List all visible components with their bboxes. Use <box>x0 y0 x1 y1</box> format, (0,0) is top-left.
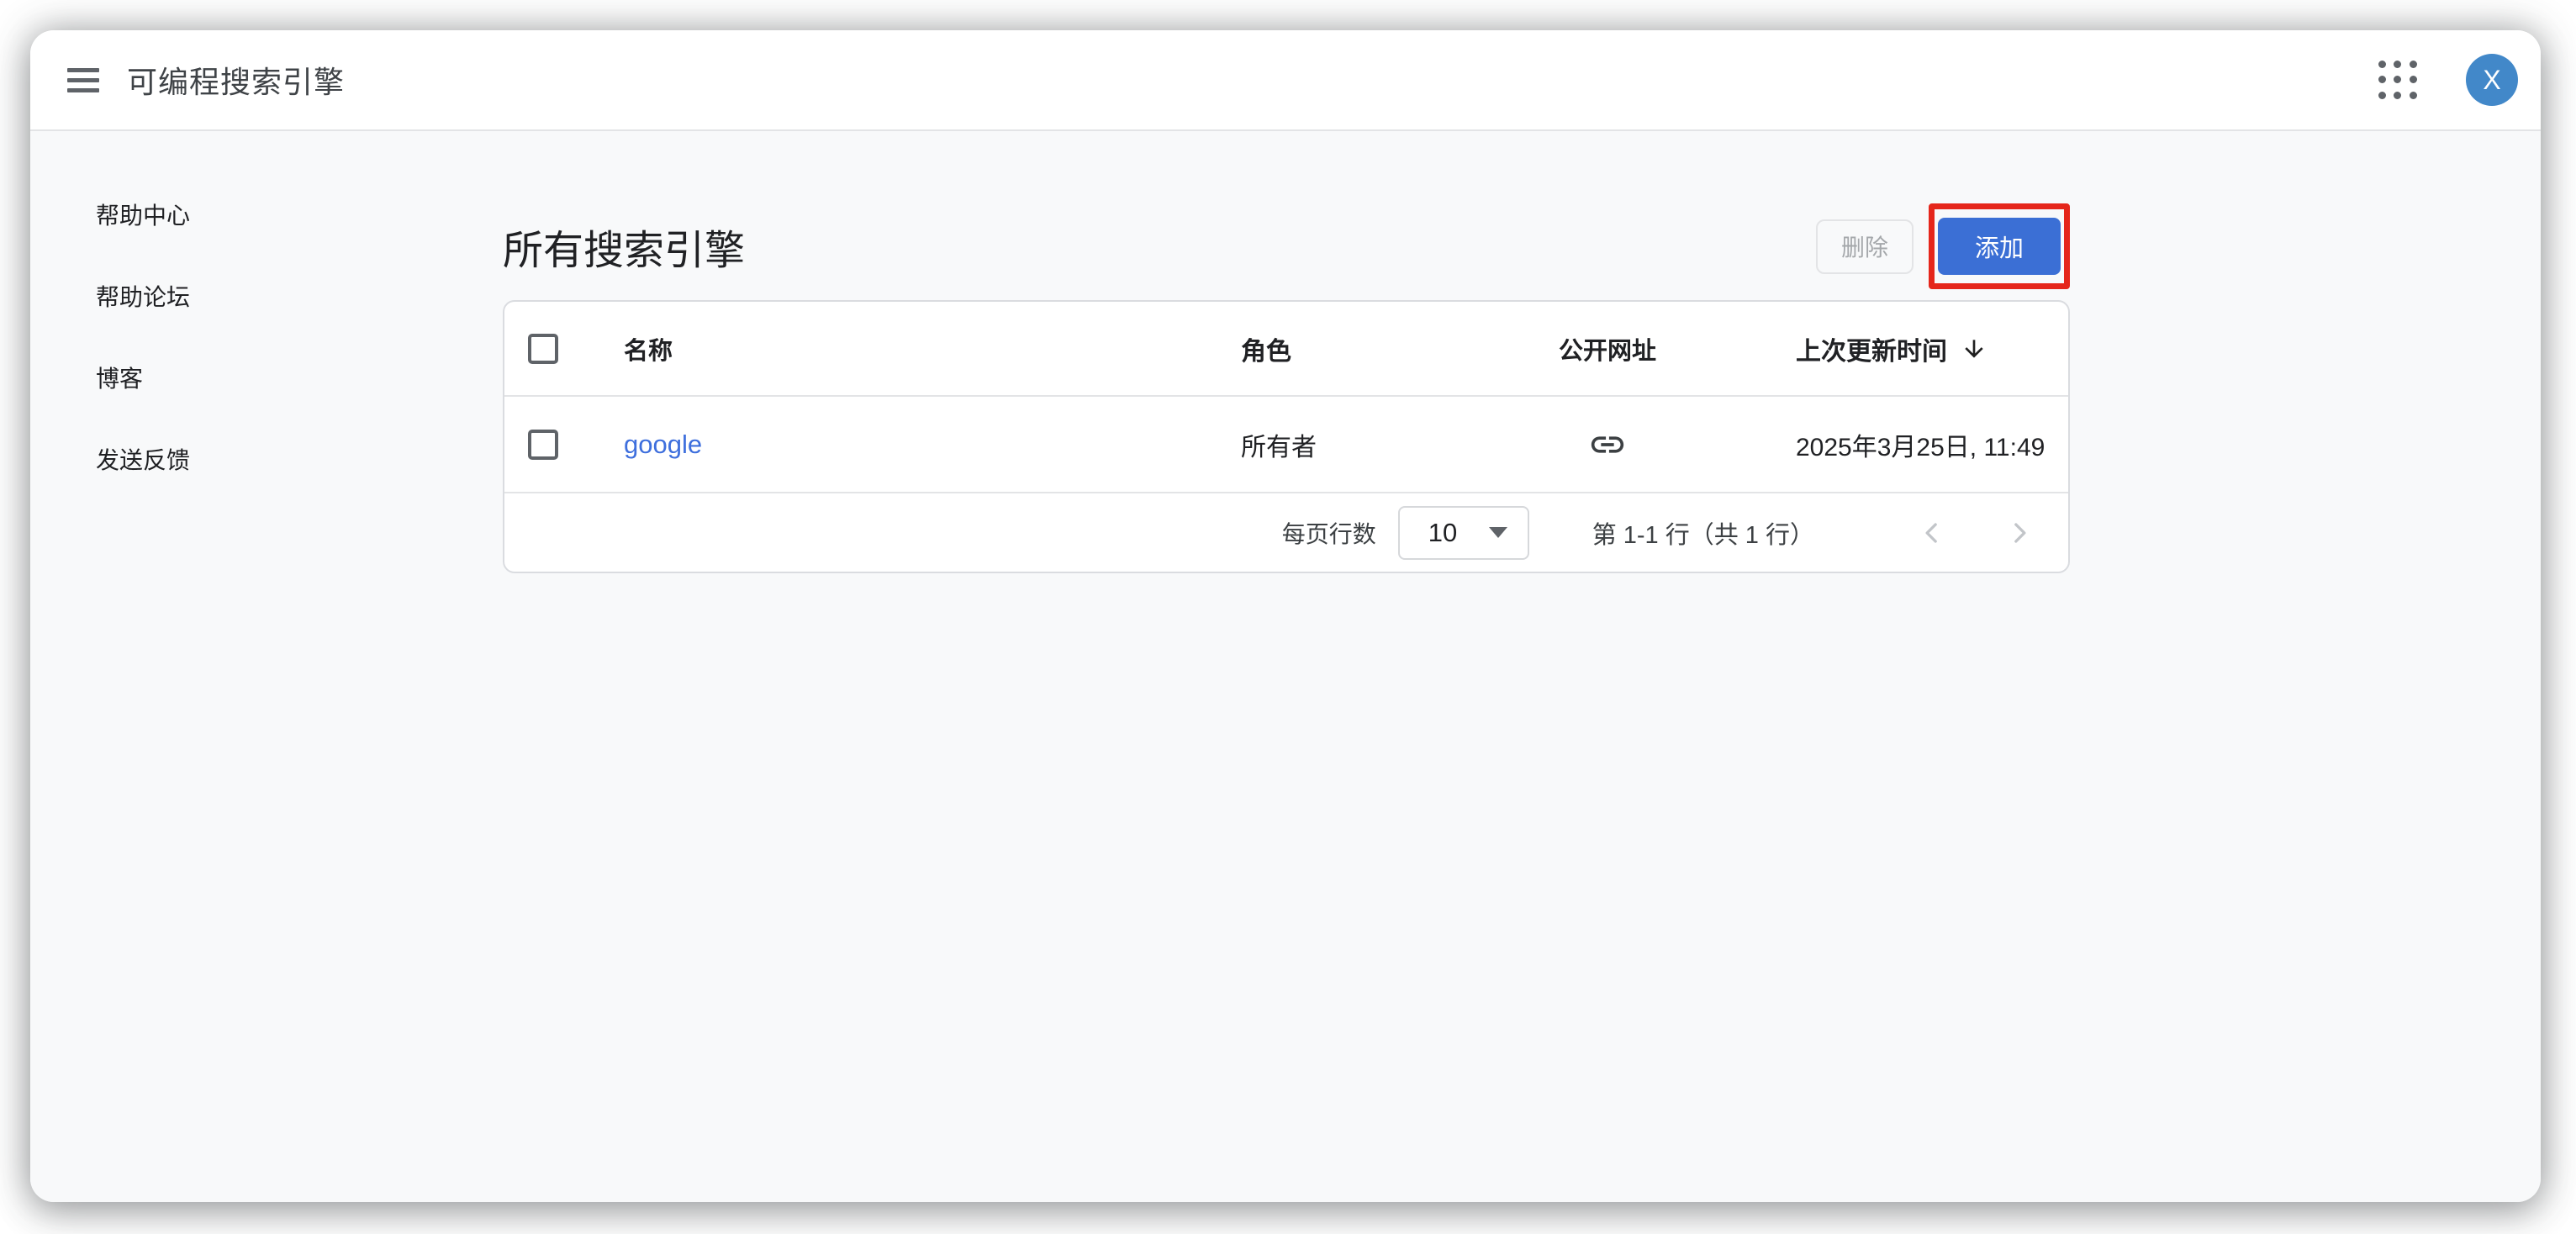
sidebar-item-send-feedback[interactable]: 发送反馈 <box>30 418 503 499</box>
add-button[interactable]: 添加 <box>1938 218 2061 275</box>
chevron-right-icon <box>2003 516 2036 550</box>
search-engines-table: 名称 角色 公开网址 上次更新时间 <box>503 300 2070 573</box>
avatar-initial: X <box>2483 65 2500 96</box>
last-updated-cell: 2025年3月25日, 11:49 <box>1683 426 2068 463</box>
heading-row: 所有搜索引擎 删除 添加 <box>503 203 2070 290</box>
previous-page-button[interactable] <box>1914 514 1950 551</box>
avatar[interactable]: X <box>2466 54 2518 106</box>
desktop-background: 可编程搜索引擎 X 帮助中心 帮助论坛 博客 发送反馈 所有搜索引擎 删除 <box>0 0 2576 1234</box>
chevron-left-icon <box>1915 516 1949 550</box>
sidebar-item-help-center[interactable]: 帮助中心 <box>30 173 503 255</box>
main-content: 所有搜索引擎 删除 添加 名称 角色 <box>503 131 2070 1202</box>
column-header-name: 名称 <box>624 331 1241 367</box>
action-buttons: 删除 添加 <box>1816 203 2070 289</box>
rows-per-page-value: 10 <box>1428 518 1457 548</box>
pagination-range-label: 第 1-1 行（共 1 行） <box>1592 515 1814 551</box>
role-cell: 所有者 <box>1241 426 1532 463</box>
app-header: 可编程搜索引擎 X <box>30 30 2541 131</box>
engine-name-cell: google <box>624 430 1241 460</box>
sidebar: 帮助中心 帮助论坛 博客 发送反馈 <box>30 131 503 1202</box>
engine-name-link[interactable]: google <box>624 430 702 460</box>
row-checkbox-cell <box>504 430 624 460</box>
sort-descending-icon <box>1961 335 1987 362</box>
apps-grid-icon[interactable] <box>2378 61 2417 99</box>
page-body: 帮助中心 帮助论坛 博客 发送反馈 所有搜索引擎 删除 添加 <box>30 131 2541 1202</box>
delete-button[interactable]: 删除 <box>1816 219 1914 274</box>
caret-down-icon <box>1489 527 1507 538</box>
column-header-public-url: 公开网址 <box>1532 331 1683 367</box>
table-row: google 所有者 2025年3月25日, 11:49 <box>504 397 2068 493</box>
table-header-row: 名称 角色 公开网址 上次更新时间 <box>504 302 2068 397</box>
select-all-cell <box>504 334 624 364</box>
table-pagination: 每页行数 10 第 1-1 行（共 1 行） <box>504 493 2068 572</box>
sidebar-item-help-forum[interactable]: 帮助论坛 <box>30 255 503 336</box>
column-header-last-updated-label: 上次更新时间 <box>1796 330 1947 367</box>
browser-page: 可编程搜索引擎 X 帮助中心 帮助论坛 博客 发送反馈 所有搜索引擎 删除 <box>30 30 2541 1202</box>
column-header-role: 角色 <box>1241 330 1532 367</box>
public-url-link-icon[interactable] <box>1588 425 1627 464</box>
rows-per-page-label: 每页行数 <box>1282 516 1376 550</box>
page-title: 所有搜索引擎 <box>503 217 745 276</box>
public-url-cell <box>1532 425 1683 464</box>
column-header-last-updated[interactable]: 上次更新时间 <box>1683 330 2068 367</box>
app-title: 可编程搜索引擎 <box>127 58 345 102</box>
next-page-button[interactable] <box>2001 514 2038 551</box>
row-checkbox[interactable] <box>528 430 558 460</box>
annotation-highlight-box: 添加 <box>1929 203 2070 289</box>
rows-per-page-select[interactable]: 10 <box>1398 506 1529 560</box>
select-all-checkbox[interactable] <box>528 334 558 364</box>
menu-icon[interactable] <box>67 68 99 92</box>
sidebar-item-blog[interactable]: 博客 <box>30 336 503 418</box>
